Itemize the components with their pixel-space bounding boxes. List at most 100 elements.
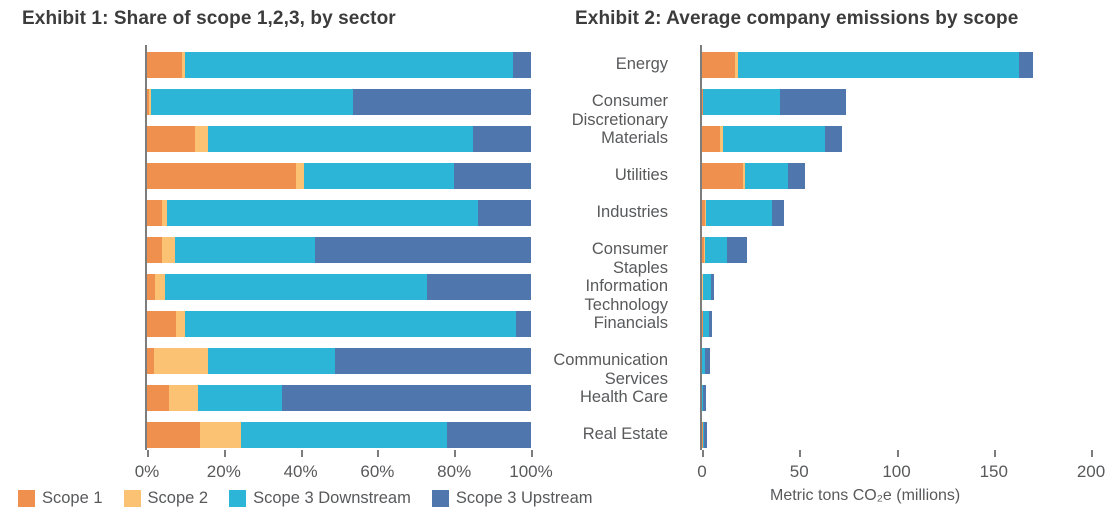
bar-segment [151,89,354,115]
category-label: Materials [601,129,668,147]
bar-row: Communication Services [553,348,1091,388]
bar-segment [708,311,712,337]
bar-segment [787,163,806,189]
category-label: Industries [596,203,668,221]
bar-segment [706,200,772,226]
category-label: Real Estate [582,425,668,443]
exhibit-2-plot-area: 0 50 100 150 200 Energy Consumer Discretionary… [553,45,1105,481]
category-label: Communication Services [553,351,668,388]
bar-segment [702,126,720,152]
chart-figure: Exhibit 1: Share of scope 1,2,3, by sect… [0,0,1114,521]
bar-segment [195,126,209,152]
bar-segment [147,385,169,411]
legend-label: Scope 2 [147,489,209,507]
x-axis-tick [799,450,802,457]
bar-segment [295,163,305,189]
stacked-bar [702,126,843,152]
stacked-bar [702,311,712,337]
bar-segment [184,311,516,337]
bar-row: Real Estate [583,422,1091,448]
bar-segment [147,348,154,374]
legend-item[interactable]: Scope 1 [18,489,103,508]
legend-item[interactable]: Scope 2 [123,489,209,508]
chart-legend: Scope 1 Scope 2 Scope 3 Downstream Scope 3 … [18,489,605,508]
bar-segment [702,52,736,78]
bar-segment [147,422,200,448]
category-label: Consumer Discretionary [571,92,668,129]
bar-segment [147,237,163,263]
bar-segment [208,126,474,152]
bar-segment [772,200,784,226]
x-axis-tick-label: 0% [134,462,160,481]
bar-segment [727,237,747,263]
x-axis-tick [993,450,996,457]
stacked-bar [702,422,707,448]
bar-segment [704,237,728,263]
x-axis-tick-label: 0 [697,462,707,481]
stacked-bar [702,237,747,263]
category-label: Health Care [579,388,668,406]
bar-segment [197,385,283,411]
bar-row: Industries [596,200,1091,226]
bar-segment [304,163,455,189]
x-axis-tick [300,450,303,457]
legend-label: Scope 3 Downstream [253,489,411,507]
bar-segment [168,385,198,411]
bar-segment [702,163,743,189]
x-axis-tick [702,450,704,457]
bar-segment [162,237,175,263]
legend-swatch-icon [229,490,247,507]
bar-segment [147,52,182,78]
bar-segment [147,126,195,152]
bar-segment [208,348,336,374]
bar-row: Health Care [580,385,1091,411]
bar-segment [175,311,185,337]
bar-segment [154,274,166,300]
category-label: Energy [615,55,668,73]
x-axis-tick-label: 150 [979,462,1008,481]
stacked-bar [702,200,784,226]
x-axis-tick [531,450,533,457]
stacked-bar [702,52,1033,78]
legend-label: Scope 1 [42,489,103,507]
bar-segment [165,274,427,300]
x-axis-tick [377,450,380,457]
bar-row: Consumer Staples [592,237,1091,277]
category-label: Utilities [614,166,668,184]
bar-segment [702,274,711,300]
legend-swatch-icon [18,490,35,507]
bar-segment [166,200,478,226]
x-axis-tick-label: 200 [1076,462,1106,481]
x-axis-tick [223,450,226,457]
bar-row: Financials [594,311,1091,337]
bar-segment [738,52,1020,78]
x-axis-tick-label: 100 [882,462,911,481]
bar-segment [147,274,155,300]
x-axis-tick [896,450,899,457]
bar-segment [147,163,296,189]
legend-swatch-icon [431,490,449,507]
bar-segment [147,311,176,337]
bar-row: Consumer Discretionary [572,89,1091,129]
bar-segment [722,126,825,152]
bar-segment [174,237,316,263]
bar-segment [185,52,513,78]
x-axis-tick [1091,450,1093,457]
x-axis-tick-label: 100% [509,462,553,481]
stacked-bar [702,385,706,411]
exhibit-1-title: Exhibit 1: Share of scope 1,2,3, by sect… [22,8,396,29]
bar-segment [705,348,710,374]
x-axis-tick [147,450,149,457]
legend-label: Scope 3 Upstream [455,489,593,507]
legend-item[interactable]: Scope 3 Upstream [431,489,593,508]
bar-row: Information Technology [585,274,1091,314]
exhibit-2-title: Exhibit 2: Average company emissions by … [575,8,1019,29]
bar-segment [153,348,209,374]
bar-segment [703,89,780,115]
x-axis-tick-label: 80% [437,462,472,481]
stacked-bar [702,348,710,374]
x-axis-tick [454,450,457,457]
stacked-bar [702,163,806,189]
legend-item[interactable]: Scope 3 Downstream [229,489,411,508]
x-axis-tick-label: 20% [206,462,241,481]
